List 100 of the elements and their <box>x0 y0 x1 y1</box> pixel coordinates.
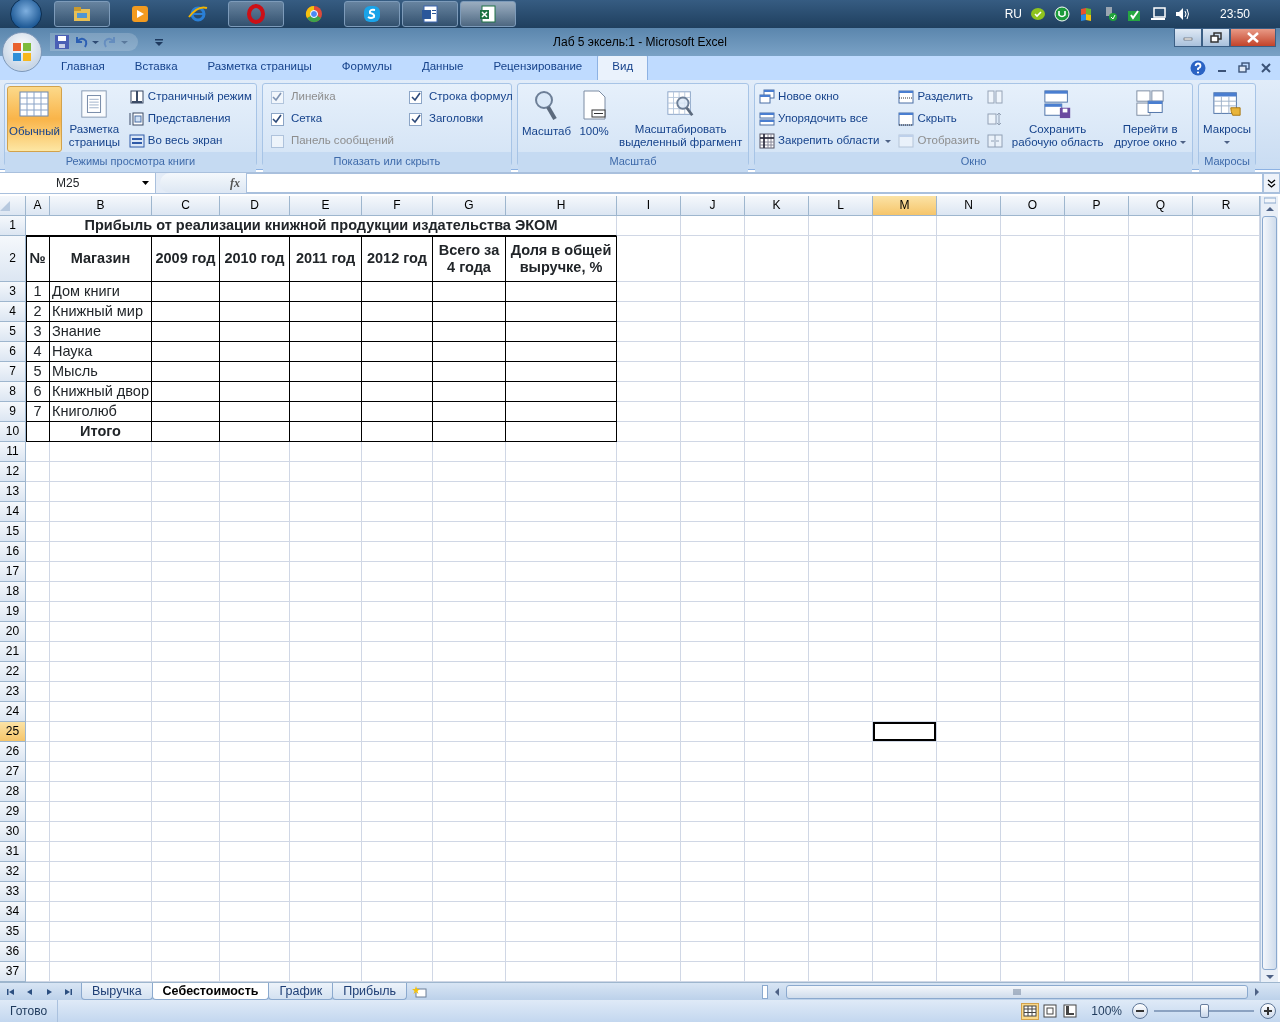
column-header[interactable]: K <box>745 196 809 216</box>
insert-function-button[interactable]: fx <box>230 174 240 192</box>
row-header[interactable]: 31 <box>0 842 26 862</box>
start-button[interactable] <box>10 0 42 30</box>
ribbon-button[interactable]: Макросы <box>1201 86 1254 152</box>
row-header[interactable]: 1 <box>0 216 26 236</box>
row-header[interactable]: 5 <box>0 322 26 342</box>
save-icon[interactable] <box>54 34 70 50</box>
restore-icon[interactable] <box>1238 62 1250 74</box>
row-header[interactable]: 30 <box>0 822 26 842</box>
restore-icon[interactable] <box>1209 31 1223 44</box>
formula-input[interactable] <box>246 173 1263 193</box>
row-header[interactable]: 36 <box>0 942 26 962</box>
row-header[interactable]: 33 <box>0 882 26 902</box>
last-sheet-icon[interactable] <box>63 986 73 997</box>
row-header[interactable]: 10 <box>0 422 26 442</box>
up-arrow-icon[interactable] <box>1264 204 1275 214</box>
row-header[interactable]: 22 <box>0 662 26 682</box>
clock[interactable]: 23:50 <box>1219 5 1250 23</box>
ribbon-button[interactable]: Во весь экран <box>126 130 254 152</box>
column-header[interactable]: P <box>1065 196 1129 216</box>
scrollbar-thumb[interactable] <box>786 984 1248 999</box>
row-header[interactable]: 12 <box>0 462 26 482</box>
row-header[interactable]: 4 <box>0 302 26 322</box>
column-header[interactable]: M <box>873 196 937 216</box>
slider-thumb[interactable] <box>1200 1004 1209 1018</box>
caret-icon[interactable] <box>142 181 149 185</box>
split-handle-icon[interactable] <box>1263 196 1276 204</box>
row-header[interactable]: 25 <box>0 722 26 742</box>
taskbar-button[interactable] <box>54 1 110 27</box>
down-arrow-icon[interactable] <box>1264 972 1275 982</box>
column-header[interactable]: A <box>26 196 50 216</box>
column-header[interactable]: N <box>937 196 1001 216</box>
ribbon-tab[interactable]: Формулы <box>326 53 407 80</box>
sheet-tab[interactable]: Прибыль <box>332 983 408 1000</box>
close-icon[interactable] <box>1260 62 1272 74</box>
taskbar-button[interactable] <box>460 1 516 27</box>
view-button[interactable] <box>1061 1002 1080 1020</box>
row-header[interactable]: 28 <box>0 782 26 802</box>
right-arrow-icon[interactable] <box>1252 986 1262 997</box>
ribbon-tab[interactable]: Рецензирование <box>478 53 598 80</box>
ribbon-button[interactable]: Новое окно <box>757 86 894 108</box>
zoom-level[interactable]: 100% <box>1091 1002 1122 1020</box>
undo-icon[interactable] <box>73 34 89 50</box>
row-header[interactable]: 21 <box>0 642 26 662</box>
ribbon-tab[interactable]: Вставка <box>119 53 193 80</box>
ribbon-tab[interactable]: Данные <box>406 53 479 80</box>
network-icon[interactable] <box>1149 6 1166 22</box>
checkbox[interactable]: Заголовки <box>403 108 519 130</box>
row-header[interactable]: 26 <box>0 742 26 762</box>
restore-button[interactable] <box>1202 28 1230 47</box>
ribbon-button[interactable]: Скрыть <box>896 108 983 130</box>
view-button[interactable] <box>1021 1002 1040 1020</box>
row-header[interactable]: 23 <box>0 682 26 702</box>
previous-sheet-icon[interactable] <box>25 986 35 997</box>
row-header[interactable]: 16 <box>0 542 26 562</box>
active-cell[interactable] <box>873 722 937 742</box>
row-header[interactable]: 20 <box>0 622 26 642</box>
row-header[interactable]: 7 <box>0 362 26 382</box>
ribbon-tab[interactable]: Главная <box>46 53 120 80</box>
column-header[interactable]: H <box>506 196 617 216</box>
column-header[interactable]: Q <box>1129 196 1193 216</box>
row-header[interactable]: 15 <box>0 522 26 542</box>
vertical-scrollbar[interactable] <box>1260 196 1278 982</box>
column-header[interactable]: D <box>220 196 290 216</box>
sheet-tab[interactable]: График <box>268 983 334 1000</box>
ribbon-button[interactable]: Представления <box>126 108 254 130</box>
row-header[interactable]: 35 <box>0 922 26 942</box>
row-header[interactable]: 29 <box>0 802 26 822</box>
ribbon-button[interactable]: Перейти в другое окно <box>1110 86 1191 152</box>
row-header[interactable]: 13 <box>0 482 26 502</box>
ribbon-button[interactable]: Страничный режим <box>126 86 254 108</box>
column-header[interactable]: G <box>433 196 506 216</box>
row-header[interactable]: 37 <box>0 962 26 982</box>
column-header[interactable]: O <box>1001 196 1065 216</box>
sheet-tab[interactable]: Выручка <box>81 983 153 1000</box>
ribbon-tab[interactable]: Разметка страницы <box>192 53 327 80</box>
speaker-icon[interactable] <box>1173 6 1190 22</box>
zoom-in-button[interactable] <box>1260 1003 1276 1019</box>
column-header[interactable]: B <box>50 196 152 216</box>
sheet-tab[interactable]: Себестоимость <box>151 983 270 1000</box>
row-header[interactable]: 17 <box>0 562 26 582</box>
name-box[interactable]: M25 <box>0 173 156 193</box>
close-button[interactable] <box>1230 28 1276 47</box>
chat-icon[interactable] <box>1029 6 1046 22</box>
column-header[interactable]: F <box>362 196 433 216</box>
ribbon-button[interactable]: Обычный <box>7 86 62 152</box>
checkbox[interactable]: Строка формул <box>403 86 519 108</box>
column-header[interactable]: J <box>681 196 745 216</box>
first-sheet-icon[interactable] <box>6 986 16 997</box>
row-header[interactable]: 3 <box>0 282 26 302</box>
minimize-button[interactable] <box>1174 28 1202 47</box>
row-header[interactable]: 6 <box>0 342 26 362</box>
row-header[interactable]: 9 <box>0 402 26 422</box>
view-button[interactable] <box>1041 1002 1060 1020</box>
ribbon-button[interactable]: 100% <box>576 86 613 152</box>
row-header[interactable]: 24 <box>0 702 26 722</box>
row-header[interactable]: 8 <box>0 382 26 402</box>
checkbox[interactable]: Сетка <box>264 108 400 130</box>
row-header[interactable]: 32 <box>0 862 26 882</box>
